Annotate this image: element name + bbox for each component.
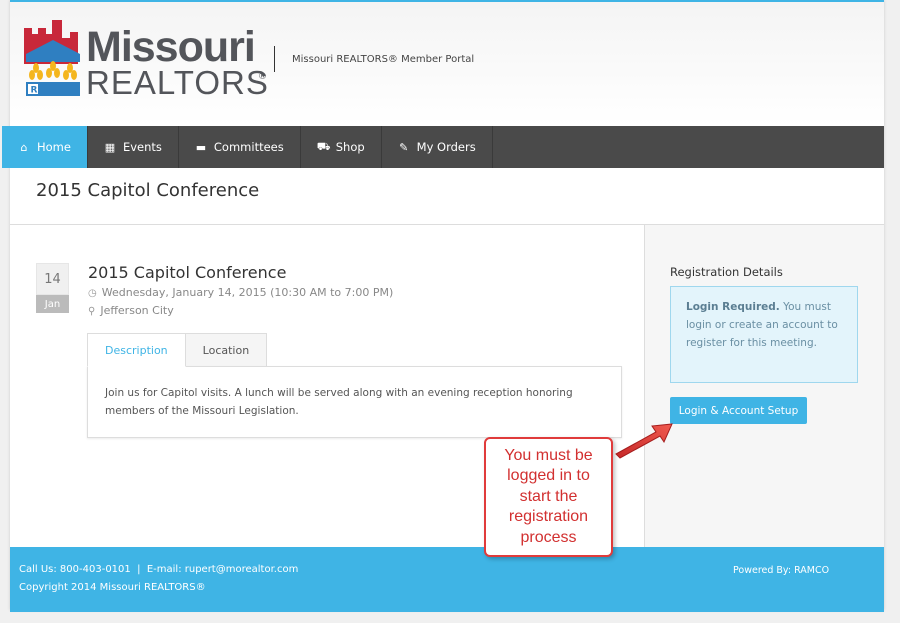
event-location-row: ⚲ Jefferson City <box>88 304 174 317</box>
map-marker-icon: ⚲ <box>88 306 96 317</box>
event-datetime: Wednesday, January 14, 2015 (10:30 AM to… <box>101 286 394 299</box>
site-header: R Missouri REALTORS ® Missouri REALTORS®… <box>10 2 884 126</box>
main-navigation: ⌂ Home ▦ Events ▬ Committees ⛟ Shop ✎ My… <box>2 126 884 168</box>
home-icon: ⌂ <box>20 140 28 154</box>
event-tabs: Description Location <box>87 333 268 367</box>
page-title-bar: 2015 Capitol Conference <box>10 168 884 225</box>
nav-item-label: Committees <box>213 140 284 154</box>
event-date-month: Jan <box>36 295 69 313</box>
portal-title: Missouri REALTORS® Member Portal <box>292 54 475 65</box>
calendar-icon: ▦ <box>104 140 116 154</box>
event-location: Jefferson City <box>100 304 174 317</box>
annotation-arrow-icon <box>615 423 673 459</box>
nav-item-committees[interactable]: ▬ Committees <box>179 126 301 168</box>
logo-emblem-icon: R <box>24 20 80 96</box>
footer-copyright: Copyright 2014 Missouri REALTORS® <box>19 582 206 593</box>
logo-registered-mark: ® <box>258 72 267 82</box>
logo-word-realtors: REALTORS <box>86 64 269 101</box>
chat-icon: ▬ <box>195 140 207 154</box>
site-footer: Call Us: 800-403-0101 | E-mail: rupert@m… <box>10 547 884 612</box>
nav-item-label: Home <box>37 140 71 154</box>
login-account-setup-button[interactable]: Login & Account Setup <box>670 397 807 424</box>
pin-icon: ✎ <box>399 140 409 154</box>
annotation-callout-text: You must be logged in to start the regis… <box>504 446 593 546</box>
event-title: 2015 Capitol Conference <box>88 263 287 282</box>
nav-item-home[interactable]: ⌂ Home <box>2 126 88 168</box>
tab-location[interactable]: Location <box>185 333 268 367</box>
event-date-badge: 14 Jan <box>36 263 69 313</box>
alert-bold-text: Login Required. <box>686 301 780 313</box>
tab-panel-description: Join us for Capitol visits. A lunch will… <box>87 366 622 438</box>
registration-sidebar: Registration Details Login Required. You… <box>644 225 884 547</box>
logo-word-missouri: Missouri <box>86 23 256 71</box>
registration-details-heading: Registration Details <box>670 265 783 279</box>
footer-powered-by[interactable]: Powered By: RAMCO <box>733 565 829 576</box>
page-title: 2015 Capitol Conference <box>36 180 260 201</box>
nav-item-my-orders[interactable]: ✎ My Orders <box>382 126 493 168</box>
annotation-callout: You must be logged in to start the regis… <box>484 437 613 557</box>
event-date-day: 14 <box>36 263 69 295</box>
nav-item-label: Shop <box>335 140 365 154</box>
footer-contact: Call Us: 800-403-0101 | E-mail: rupert@m… <box>19 564 299 575</box>
svg-text:R: R <box>31 86 38 96</box>
page-container: R Missouri REALTORS ® Missouri REALTORS®… <box>2 0 884 612</box>
login-required-alert: Login Required. You must login or create… <box>670 286 858 383</box>
nav-item-shop[interactable]: ⛟ Shop <box>301 126 382 168</box>
event-datetime-row: ◷ Wednesday, January 14, 2015 (10:30 AM t… <box>88 286 393 299</box>
header-divider <box>274 46 275 72</box>
event-description: Join us for Capitol visits. A lunch will… <box>105 387 573 417</box>
clock-icon: ◷ <box>88 288 97 299</box>
nav-item-label: My Orders <box>416 140 476 154</box>
nav-item-events[interactable]: ▦ Events <box>88 126 179 168</box>
nav-item-label: Events <box>122 140 162 154</box>
cart-icon: ⛟ <box>316 139 331 153</box>
missouri-realtors-logo[interactable]: R Missouri REALTORS ® <box>24 20 268 100</box>
tab-description[interactable]: Description <box>87 333 186 367</box>
